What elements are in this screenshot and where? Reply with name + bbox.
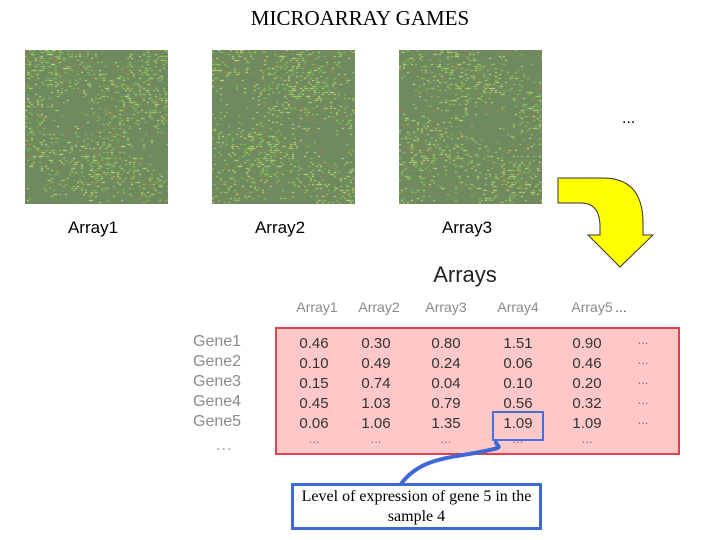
callout-box: Level of expression of gene 5 in the sam… (291, 483, 542, 530)
callout-connector (399, 440, 501, 486)
